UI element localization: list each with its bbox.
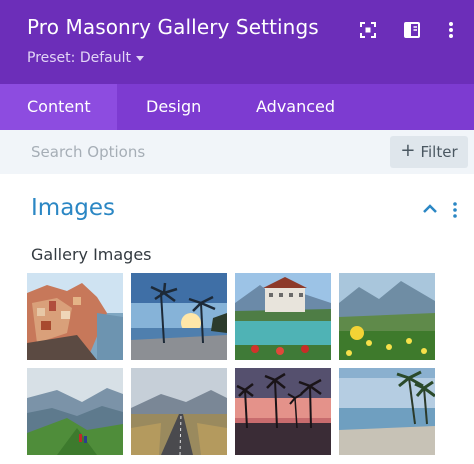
more-options-icon[interactable] <box>441 20 461 40</box>
gallery-image-tropical-beach[interactable] <box>339 368 435 455</box>
sidebar-layout-icon[interactable] <box>402 20 422 40</box>
fullscreen-icon[interactable] <box>358 20 378 40</box>
preset-dropdown[interactable]: Preset: Default <box>27 50 144 66</box>
section-menu-icon[interactable] <box>450 201 460 219</box>
gallery-image-coastal-village[interactable] <box>27 273 123 360</box>
gallery-image-palm-beach-sunset[interactable] <box>131 273 227 360</box>
settings-header: Pro Masonry Gallery Settings Preset: Def… <box>0 0 474 84</box>
caret-down-icon <box>135 56 144 61</box>
tab-content[interactable]: Content <box>0 84 117 130</box>
gallery-image-palm-sunset-silhouette[interactable] <box>235 368 331 455</box>
search-input[interactable] <box>18 138 378 166</box>
gallery-image-mountain-meadow[interactable] <box>339 273 435 360</box>
tab-advanced[interactable]: Advanced <box>256 84 335 130</box>
tab-bar: Content Design Advanced <box>0 84 474 130</box>
filter-label: Filter <box>420 143 458 161</box>
tab-design[interactable]: Design <box>146 84 201 130</box>
gallery-image-mountain-ridge-hikers[interactable] <box>27 368 123 455</box>
gallery-image-mountain-road[interactable] <box>131 368 227 455</box>
filter-button[interactable]: + Filter <box>390 136 468 168</box>
search-bar: + Filter <box>0 130 474 174</box>
chevron-up-icon[interactable] <box>421 201 439 217</box>
modal-title: Pro Masonry Gallery Settings <box>27 15 319 39</box>
gallery-images-label: Gallery Images <box>31 245 152 264</box>
plus-icon: + <box>400 140 416 161</box>
section-title[interactable]: Images <box>31 195 115 221</box>
gallery-image-lakeside-resort[interactable] <box>235 273 331 360</box>
preset-label: Preset: Default <box>27 50 131 66</box>
